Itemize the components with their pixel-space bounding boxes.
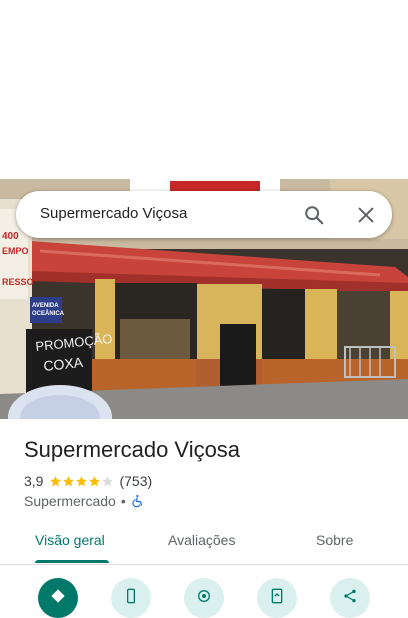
- place-title: Supermercado Viçosa: [24, 437, 241, 462]
- tab-reviews[interactable]: Avaliações: [168, 532, 235, 548]
- map-blank-area: [0, 0, 408, 179]
- separator-dot: •: [120, 493, 126, 509]
- star-icon: [76, 475, 88, 486]
- svg-text:EMPO: EMPO: [2, 246, 29, 256]
- save-icon: [198, 590, 210, 602]
- directions-button[interactable]: [38, 578, 78, 618]
- svg-text:400: 400: [2, 231, 19, 242]
- rating-row[interactable]: 3,9 (753): [24, 472, 152, 490]
- close-icon[interactable]: [355, 204, 377, 226]
- share-icon: [344, 589, 356, 603]
- action-buttons: [0, 578, 408, 618]
- category-row: Supermercado •: [24, 493, 145, 509]
- active-tab-indicator: [35, 560, 109, 563]
- place-category: Supermercado: [24, 493, 116, 509]
- svg-text:AVENIDA: AVENIDA: [32, 303, 59, 309]
- star-empty-icon: [102, 475, 114, 486]
- save-button[interactable]: [184, 578, 224, 618]
- tab-overview[interactable]: Visão geral: [35, 532, 105, 548]
- star-icon: [89, 475, 101, 486]
- search-icon[interactable]: [303, 204, 325, 226]
- share-button[interactable]: [330, 578, 370, 618]
- star-icon: [63, 475, 75, 486]
- phone-button[interactable]: [111, 578, 151, 618]
- svg-text:OCEÂNICA: OCEÂNICA: [32, 310, 65, 317]
- star-icon: [50, 475, 62, 486]
- phone-icon: [127, 588, 135, 604]
- svg-text:RESSO: RESSO: [2, 277, 34, 287]
- nearby-button[interactable]: [257, 578, 297, 618]
- search-box[interactable]: Supermercado Viçosa: [16, 191, 392, 238]
- directions-icon: [51, 589, 65, 603]
- wheelchair-icon: [132, 494, 142, 508]
- search-input[interactable]: Supermercado Viçosa: [40, 205, 187, 222]
- place-tabs: Visão geral Avaliações Sobre: [0, 522, 408, 565]
- review-count[interactable]: (753): [119, 473, 152, 489]
- tab-about[interactable]: Sobre: [316, 532, 353, 548]
- nearby-icon: [271, 588, 283, 604]
- star-rating: [49, 475, 114, 488]
- rating-value: 3,9: [24, 473, 44, 489]
